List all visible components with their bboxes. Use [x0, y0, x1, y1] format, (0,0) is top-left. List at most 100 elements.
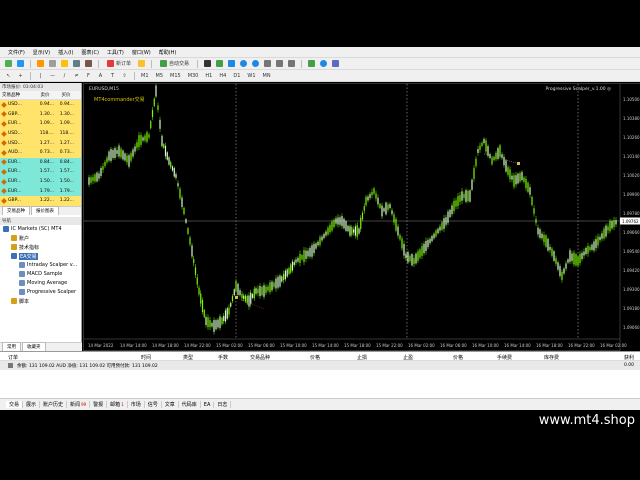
- navigator-item[interactable]: 技术指标: [0, 243, 81, 252]
- cursor-icon[interactable]: ↖: [4, 71, 13, 80]
- timeframe-m1[interactable]: M1: [140, 71, 150, 80]
- navigator-item[interactable]: MACD Sample: [0, 270, 81, 279]
- menu-item-4[interactable]: 工具(T): [107, 49, 124, 56]
- market-watch-row[interactable]: EUR... 1.09... 1.09...: [0, 119, 81, 129]
- tab-symbols[interactable]: 交易品种: [2, 205, 30, 215]
- terminal-tab[interactable]: 日志: [214, 401, 232, 408]
- navigator-item[interactable]: IC Markets (SC) MT4: [0, 225, 81, 234]
- col-bid[interactable]: 卖价: [34, 92, 56, 98]
- market-watch-row[interactable]: USD... 1.27... 1.27...: [0, 138, 81, 148]
- zoom-in-icon[interactable]: [239, 59, 248, 68]
- timeframe-h4[interactable]: H4: [218, 71, 227, 80]
- chart-canvas[interactable]: 1.10500 1.10380 1.10260 1.10140 1.10020 1.099…: [84, 84, 640, 352]
- data-window-icon[interactable]: [48, 59, 57, 68]
- terminal-tab[interactable]: 展示: [23, 401, 41, 408]
- market-watch-row[interactable]: GBP... 1.30... 1.30...: [0, 109, 81, 120]
- market-watch-row[interactable]: USD... 118.... 118....: [0, 128, 81, 139]
- navigator-item[interactable]: Progressive Scalper: [0, 288, 81, 297]
- timeframe-mn[interactable]: MN: [262, 71, 272, 80]
- trendline-icon[interactable]: /: [60, 71, 69, 80]
- profiles-icon[interactable]: [16, 59, 25, 68]
- navigator-item[interactable]: Moving Average: [0, 279, 81, 288]
- col-symbol[interactable]: 交易品种: [0, 92, 34, 98]
- balance-row[interactable]: 余额: 131 109.02 AUD 净值: 131 109.02 可用预付款:…: [0, 361, 640, 370]
- market-watch-row[interactable]: EUR... 1.79... 1.79...: [0, 186, 81, 196]
- arrows-icon[interactable]: ⇧: [120, 71, 129, 80]
- bar-chart-icon[interactable]: [203, 59, 212, 68]
- timeframe-m5[interactable]: M5: [155, 71, 165, 80]
- col-ask[interactable]: 买价: [56, 92, 76, 98]
- terminal-col-header[interactable]: 获利: [624, 354, 634, 361]
- terminal-icon[interactable]: [72, 59, 81, 68]
- terminal-tab[interactable]: 交易: [6, 401, 24, 408]
- channel-icon[interactable]: ≠: [72, 71, 81, 80]
- menu-item-0[interactable]: 文件(F): [8, 49, 25, 56]
- price-chart[interactable]: 1.10500 1.10380 1.10260 1.10140 1.10020 1.099…: [83, 83, 640, 352]
- crosshair-icon[interactable]: +: [16, 71, 25, 80]
- terminal-tab[interactable]: 信号: [145, 401, 162, 408]
- menu-item-5[interactable]: 窗口(W): [132, 49, 151, 56]
- navigator-icon[interactable]: [60, 59, 69, 68]
- terminal-tab[interactable]: 市场: [128, 401, 145, 408]
- market-watch-row[interactable]: EUR... 1.57... 1.57...: [0, 167, 81, 177]
- tile-windows-icon[interactable]: [263, 59, 272, 68]
- new-order-button[interactable]: 新订单: [104, 59, 134, 68]
- candle-chart-icon[interactable]: [215, 59, 224, 68]
- terminal-col-header[interactable]: 价格: [453, 354, 463, 361]
- market-watch-row[interactable]: EUR... 0.84... 0.84...: [0, 157, 81, 168]
- line-chart-icon[interactable]: [227, 59, 236, 68]
- templates-icon[interactable]: [331, 59, 340, 68]
- navigator-item[interactable]: 脚本: [0, 297, 81, 306]
- terminal-col-header[interactable]: 手数: [218, 354, 228, 361]
- vertical-line-icon[interactable]: |: [36, 71, 45, 80]
- terminal-tab[interactable]: 账户历史: [40, 401, 68, 408]
- terminal-col-header[interactable]: 手续费: [497, 354, 512, 361]
- autotrading-button[interactable]: 自动交易: [157, 59, 192, 68]
- strategy-tester-icon[interactable]: [84, 59, 93, 68]
- terminal-col-header[interactable]: 库存费: [544, 354, 559, 361]
- horizontal-line-icon[interactable]: —: [48, 71, 57, 80]
- tab-common[interactable]: 常用: [2, 342, 21, 351]
- menu-item-3[interactable]: 图表(C): [82, 49, 99, 56]
- terminal-col-header[interactable]: 订单: [8, 354, 18, 361]
- terminal-col-header[interactable]: 价格: [310, 354, 320, 361]
- navigator-item[interactable]: 账户: [0, 234, 81, 243]
- terminal-col-header[interactable]: 止盈: [403, 354, 413, 361]
- tab-favorites[interactable]: 收藏夹: [22, 342, 46, 351]
- navigator-item[interactable]: EA交易: [0, 252, 81, 261]
- terminal-col-header[interactable]: 止损: [357, 354, 367, 361]
- terminal-tab[interactable]: 新闻99: [67, 401, 91, 408]
- terminal-tab[interactable]: 邮箱1: [107, 401, 128, 408]
- terminal-col-header[interactable]: 交易品种: [250, 354, 270, 361]
- zoom-out-icon[interactable]: [251, 59, 260, 68]
- indicators-icon[interactable]: [307, 59, 316, 68]
- text-icon[interactable]: A: [96, 71, 105, 80]
- menu-item-2[interactable]: 插入(I): [58, 49, 73, 56]
- menu-item-6[interactable]: 帮助(H): [159, 49, 177, 56]
- terminal-tab[interactable]: 文章: [162, 401, 179, 408]
- timeframe-m15[interactable]: M15: [169, 71, 182, 80]
- market-watch-row[interactable]: AUD... 0.73... 0.73...: [0, 147, 81, 158]
- label-icon[interactable]: T: [108, 71, 117, 80]
- autoscroll-icon[interactable]: [287, 59, 296, 68]
- metaeditor-icon[interactable]: [137, 59, 146, 68]
- chart-shift-icon[interactable]: [275, 59, 284, 68]
- tab-tick-chart[interactable]: 报价图表: [31, 205, 59, 215]
- timeframe-w1[interactable]: W1: [246, 71, 256, 80]
- navigator-item[interactable]: Intraday Scalper v...: [0, 261, 81, 270]
- market-watch-row[interactable]: EUR... 1.50... 1.50...: [0, 176, 81, 187]
- timeframe-m30[interactable]: M30: [187, 71, 200, 80]
- market-watch-icon[interactable]: [36, 59, 45, 68]
- terminal-tab[interactable]: 代码库: [179, 401, 201, 408]
- terminal-tab[interactable]: 警报: [90, 401, 108, 408]
- terminal-col-header[interactable]: 时间: [141, 354, 151, 361]
- timeframe-h1[interactable]: H1: [204, 71, 213, 80]
- market-watch-row[interactable]: GBP... 1.22... 1.22...: [0, 195, 81, 206]
- timeframe-d1[interactable]: D1: [232, 71, 241, 80]
- menu-item-1[interactable]: 显示(V): [33, 49, 50, 56]
- new-chart-icon[interactable]: [4, 59, 13, 68]
- market-watch-row[interactable]: USD... 0.94... 0.94...: [0, 100, 81, 110]
- periods-icon[interactable]: [319, 59, 328, 68]
- terminal-col-header[interactable]: 类型: [183, 354, 193, 361]
- terminal-tab[interactable]: EA: [201, 401, 215, 408]
